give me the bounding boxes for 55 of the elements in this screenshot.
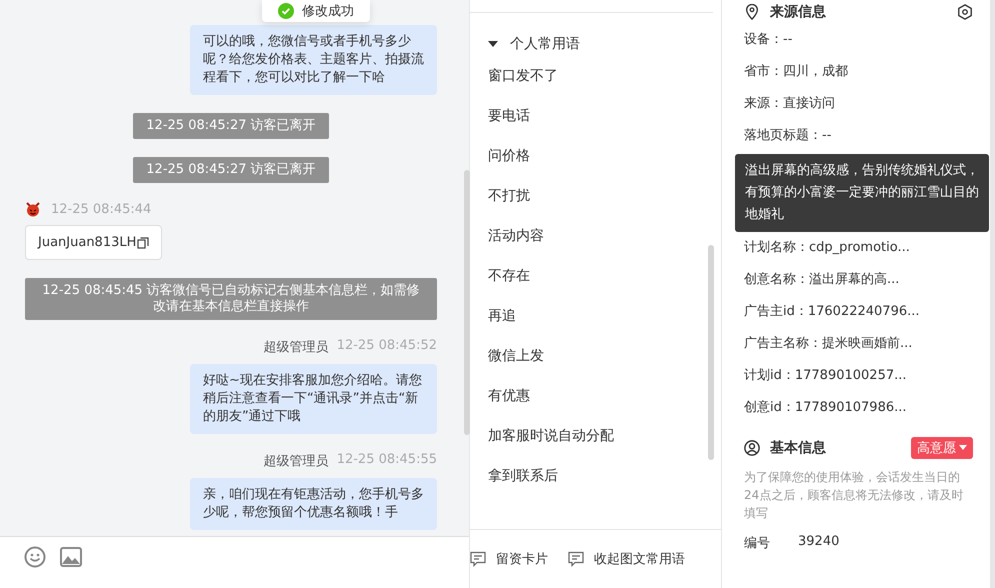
check-icon [278, 3, 294, 19]
info-row-text: 广告主名称：提米映画婚前... [744, 335, 914, 353]
info-row-text: 计划id：177890100257... [744, 367, 908, 385]
message-bubble: 可以的哦，您微信号或者手机号多少呢？给您发价格表、主题客片、拍摄流程看下，您可以对比了解一下哈 [190, 25, 437, 95]
system-notice: 12-25 08:45:27 访客已离开 [133, 113, 329, 139]
system-notice: 12-25 08:45:27 访客已离开 [133, 157, 329, 183]
info-row-text: 计划名称：cdp_promotio... [744, 239, 911, 257]
phrase-item[interactable]: 不打扰 [488, 185, 703, 225]
phrase-item[interactable]: 问价格 [488, 145, 703, 185]
message-icon [470, 551, 486, 567]
section-title: 来源信息 [770, 3, 826, 21]
image-icon[interactable] [60, 546, 82, 568]
hexagon-icon[interactable] [957, 4, 973, 20]
message-bubble: 好哒~现在安排客服加您介绍哈。请您稍后注意查看一下“通讯录”并点击“新的朋友”通过下哦 [190, 364, 437, 434]
smiley-icon[interactable] [24, 546, 46, 568]
message-time: 12-25 08:45:52 [336, 338, 437, 355]
tooltip: 溢出屏幕的高级感，告别传统婚礼仪式，有预算的小富婆一定要冲的丽江雪山目的地婚礼 [735, 154, 989, 232]
info-row-text: 广告主id：176022240796... [744, 303, 921, 321]
wechat-id-card[interactable]: JuanJuan813LH [25, 225, 162, 260]
info-row-text: 创意id：177890107986... [744, 399, 908, 417]
sender-name: 超级管理员 [264, 339, 329, 356]
message-time: 12-25 08:45:55 [336, 452, 437, 469]
phrase-item[interactable]: 活动内容 [488, 225, 703, 265]
phrase-item[interactable]: 再追 [488, 305, 703, 345]
message-bubble: 亲，咱们现在有钜惠活动，您手机号多少呢，帮您预留个优惠名额哦！手 [190, 478, 437, 530]
message-time: 12-25 08:45:44 [51, 202, 152, 216]
phrase-item[interactable]: 不存在 [488, 265, 703, 305]
info-row-text: 省市：四川，成都 [744, 63, 849, 81]
message-icon [568, 551, 584, 567]
toast-text: 修改成功 [302, 3, 354, 20]
info-row-text: 来源：直接访问 [744, 95, 836, 113]
sender-name: 超级管理员 [264, 453, 329, 470]
intent-tag-dropdown[interactable]: 高意愿 [911, 437, 973, 459]
section-title: 基本信息 [770, 439, 826, 457]
system-notice: 12-25 08:45:45 访客微信号已自动标记右侧基本信息栏，如需修改请在基本信息栏直接操作 [25, 278, 437, 320]
phrase-action-button[interactable]: 收起图文常用语 [568, 550, 685, 568]
phrase-item[interactable]: 窗口发不了 [488, 65, 703, 105]
phrase-item[interactable]: 拿到联系后 [488, 465, 703, 505]
location-pin-icon [744, 4, 760, 20]
copy-icon[interactable] [137, 236, 150, 248]
field-label: 编号 [744, 535, 770, 552]
phrase-item[interactable]: 加客服时说自动分配 [488, 425, 703, 465]
user-icon [744, 440, 760, 456]
devil-avatar-icon [25, 201, 41, 217]
info-row-text: 落地页标题：-- [744, 127, 832, 145]
phrase-item[interactable]: 微信上发 [488, 345, 703, 385]
phrase-group-header[interactable]: 个人常用语 [488, 33, 703, 55]
phrase-item[interactable]: 要电话 [488, 105, 703, 145]
field-value: 39240 [798, 534, 840, 551]
phrase-item[interactable]: 有优惠 [488, 385, 703, 425]
caret-icon [959, 445, 967, 451]
phrase-action-button[interactable]: 留资卡片 [470, 550, 548, 568]
info-row-text: 设备：-- [744, 31, 794, 49]
info-row-text: 创意名称：溢出屏幕的高... [744, 271, 900, 289]
notice-text: 为了保障您的使用体验，会话发生当日的24点之后，顾客信息将无法修改，请及时填写 [744, 469, 964, 522]
